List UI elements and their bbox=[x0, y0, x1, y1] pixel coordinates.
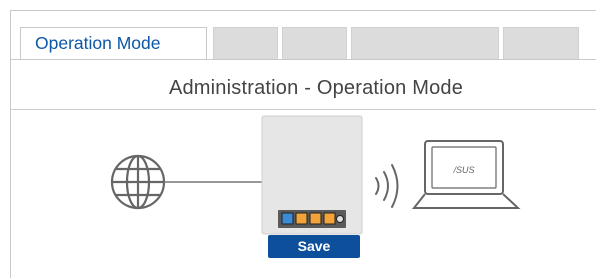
router-icon bbox=[261, 115, 363, 235]
wireless-signal-icon bbox=[375, 164, 399, 208]
laptop-icon: /SUS bbox=[411, 140, 521, 209]
laptop-brand-logo: /SUS bbox=[452, 165, 474, 175]
globe-icon bbox=[110, 154, 166, 210]
save-button[interactable]: Save bbox=[268, 235, 360, 258]
